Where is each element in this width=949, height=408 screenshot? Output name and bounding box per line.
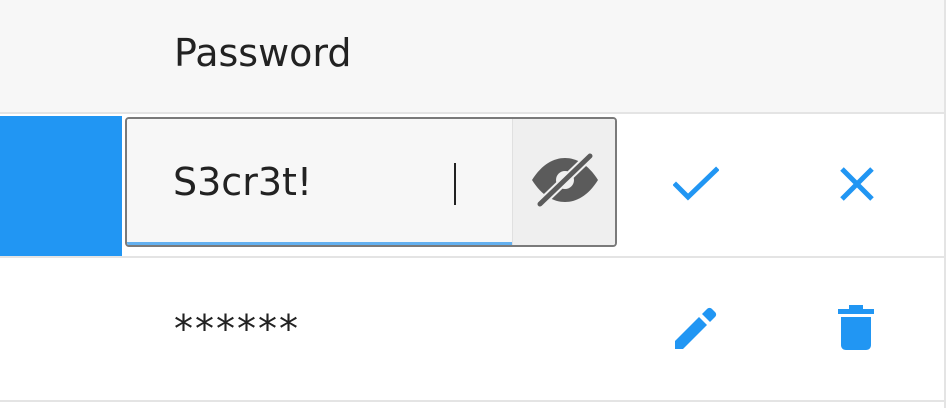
cancel-button[interactable] xyxy=(827,156,887,216)
save-button[interactable] xyxy=(666,156,726,216)
data-row: ****** xyxy=(0,258,944,402)
eye-slash-icon xyxy=(528,151,602,212)
text-caret xyxy=(454,163,456,205)
column-header-row: Password xyxy=(0,0,944,114)
password-column-header: Password xyxy=(174,31,352,75)
grid-right-border xyxy=(944,0,946,408)
editing-row xyxy=(0,114,944,258)
toggle-visibility-button[interactable] xyxy=(512,119,615,245)
row-selection-cell[interactable] xyxy=(0,116,122,256)
edit-button[interactable] xyxy=(665,301,725,361)
masked-password: ****** xyxy=(174,307,300,351)
password-editor xyxy=(125,117,617,247)
password-input[interactable] xyxy=(173,157,493,207)
close-icon xyxy=(839,166,875,206)
check-icon xyxy=(672,166,720,206)
trash-icon xyxy=(836,304,876,356)
delete-button[interactable] xyxy=(826,300,886,360)
pencil-icon xyxy=(671,305,719,357)
password-input-wrapper xyxy=(127,119,512,245)
password-grid: Password S3cr3t! ****** xyxy=(0,0,949,408)
